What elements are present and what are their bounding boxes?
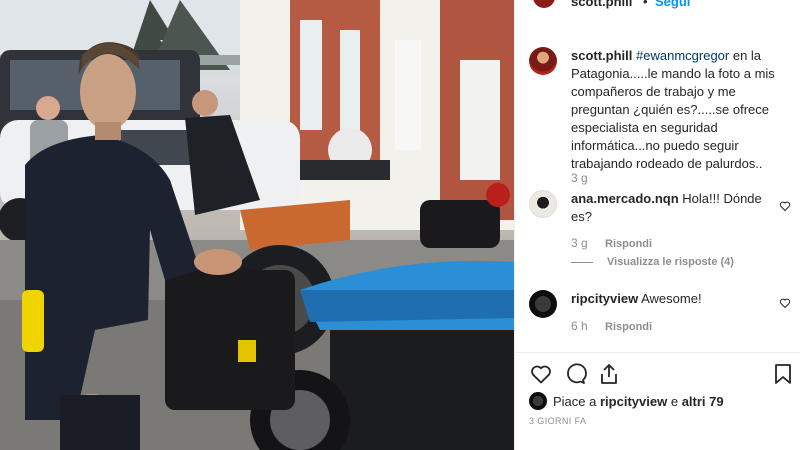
caption-username[interactable]: scott.phill xyxy=(571,48,632,63)
header-avatar[interactable] xyxy=(533,0,555,8)
post-side-panel: scott.phill • Segui scott.phill #ewanmcg… xyxy=(514,0,800,450)
view-replies-label[interactable]: Visualizza le risposte (4) xyxy=(607,256,734,268)
comment-icon[interactable] xyxy=(563,362,587,386)
caption-body: scott.phill #ewanmcgregor en la Patagoni… xyxy=(571,47,781,173)
follow-button[interactable]: Segui xyxy=(655,0,690,9)
likes-prefix: Piace a xyxy=(553,393,597,409)
comment-item: ripcityview Awesome! 6 h Rispondi xyxy=(529,290,795,340)
likes-others[interactable]: altri 79 xyxy=(682,394,724,409)
comment-time: 3 g xyxy=(571,236,588,250)
caption-entry: scott.phill #ewanmcgregor en la Patagoni… xyxy=(529,47,795,187)
caption-avatar[interactable] xyxy=(529,47,557,75)
likes-middle: e xyxy=(670,393,679,409)
comment-body: ana.mercado.nqn Hola!!! Dónde es? xyxy=(571,190,781,226)
post-header: scott.phill • Segui xyxy=(515,0,800,10)
caption-time: 3 g xyxy=(571,171,588,185)
comment-username[interactable]: ana.mercado.nqn xyxy=(571,191,679,206)
comment-username[interactable]: ripcityview xyxy=(571,291,638,306)
heart-icon[interactable] xyxy=(529,362,553,386)
post-timestamp[interactable]: 3 GIORNI FA xyxy=(529,416,586,426)
comment-item: ana.mercado.nqn Hola!!! Dónde es? 3 g Ri… xyxy=(529,190,795,280)
comment-like-heart-icon[interactable] xyxy=(779,200,791,212)
comment-avatar[interactable] xyxy=(529,190,557,218)
comment-body: ripcityview Awesome! xyxy=(571,290,781,308)
header-separator: • xyxy=(643,0,648,9)
comment-avatar[interactable] xyxy=(529,290,557,318)
replies-line xyxy=(571,261,593,263)
comment-like-heart-icon[interactable] xyxy=(779,297,791,309)
likes-summary: Piace a ripcityview e altri 79 xyxy=(529,391,724,411)
post-photo xyxy=(0,0,514,450)
reply-button[interactable]: Rispondi xyxy=(605,238,652,250)
comment-meta: 3 g Rispondi xyxy=(571,236,652,250)
likes-avatar[interactable] xyxy=(529,392,547,410)
share-icon[interactable] xyxy=(597,362,621,386)
bookmark-icon[interactable] xyxy=(771,362,795,386)
comment-time: 6 h xyxy=(571,319,588,333)
reply-button[interactable]: Rispondi xyxy=(605,321,652,333)
action-bar xyxy=(529,362,793,388)
photo-illustration xyxy=(0,0,514,450)
likes-user[interactable]: ripcityview xyxy=(600,394,667,409)
actions-divider xyxy=(515,352,800,353)
header-username[interactable]: scott.phill xyxy=(571,0,632,9)
view-replies-link[interactable]: Visualizza le risposte (4) xyxy=(571,256,734,268)
comment-meta: 6 h Rispondi xyxy=(571,319,652,333)
comment-text: Awesome! xyxy=(641,291,702,306)
caption-hashtag[interactable]: #ewanmcgregor xyxy=(636,48,729,63)
caption-text: en la Patagonia.....le mando la foto a m… xyxy=(571,48,775,171)
caption-time-text: 3 g xyxy=(571,171,588,185)
